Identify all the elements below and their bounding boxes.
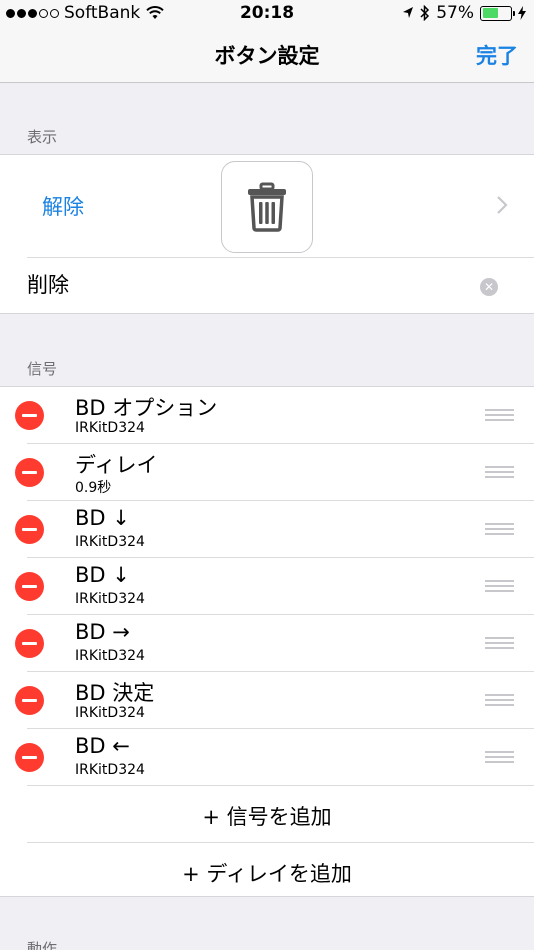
status-bar: SoftBank 20:18 57% <box>0 0 534 28</box>
trash-icon <box>248 182 286 232</box>
battery-percent: 57% <box>436 3 474 23</box>
location-arrow-icon <box>403 7 414 18</box>
signal-row[interactable]: BD → IRKitD324 <box>0 615 534 672</box>
section-header-action: 動作 <box>27 940 58 950</box>
add-delay-button[interactable]: + ディレイを追加 <box>0 843 534 900</box>
minus-icon <box>22 585 37 588</box>
status-right: 57% <box>402 3 526 23</box>
signal-title: BD ← <box>75 734 130 758</box>
minus-icon <box>22 528 37 531</box>
name-cell[interactable]: ✕ <box>0 258 534 315</box>
delete-signal-button[interactable] <box>15 401 44 430</box>
button-icon-preview[interactable] <box>221 161 313 253</box>
signal-group: BD オプション IRKitD324 ディレイ 0.9秒 BD ↓ IRKitD… <box>0 386 534 897</box>
delete-signal-button[interactable] <box>15 515 44 544</box>
reorder-handle-icon[interactable] <box>485 523 514 535</box>
minus-icon <box>22 642 37 645</box>
signal-title: BD オプション <box>75 396 218 420</box>
add-signal-label: + 信号を追加 <box>202 805 332 829</box>
navigation-bar: ボタン設定 完了 <box>0 28 534 83</box>
add-delay-label: + ディレイを追加 <box>182 862 352 886</box>
delete-signal-button[interactable] <box>15 743 44 772</box>
display-group: 解除 ✕ <box>0 154 534 314</box>
reorder-handle-icon[interactable] <box>485 466 514 478</box>
page-title: ボタン設定 <box>214 44 320 68</box>
battery-icon <box>480 5 515 21</box>
signal-subtitle: IRKitD324 <box>75 648 145 664</box>
charging-bolt-icon <box>518 6 526 20</box>
battery-fill <box>482 8 498 18</box>
signal-title: ディレイ <box>75 453 158 477</box>
signal-title: BD ↓ <box>75 563 130 587</box>
signal-title: BD 決定 <box>75 681 155 705</box>
add-signal-button[interactable]: + 信号を追加 <box>0 786 534 843</box>
unlock-icon-cell[interactable]: 解除 <box>0 155 534 258</box>
signal-subtitle: 0.9秒 <box>75 480 112 496</box>
reorder-handle-icon[interactable] <box>485 409 514 421</box>
reorder-handle-icon[interactable] <box>485 751 514 763</box>
chevron-right-icon <box>497 196 508 214</box>
signal-row[interactable]: BD 決定 IRKitD324 <box>0 672 534 729</box>
section-header-signal: 信号 <box>27 360 58 378</box>
unlock-label: 解除 <box>42 195 84 219</box>
section-header-display: 表示 <box>27 128 58 146</box>
button-name-input[interactable] <box>27 272 447 296</box>
signal-row[interactable]: BD オプション IRKitD324 <box>0 387 534 444</box>
delete-signal-button[interactable] <box>15 629 44 658</box>
signal-subtitle: IRKitD324 <box>75 762 145 778</box>
reorder-handle-icon[interactable] <box>485 637 514 649</box>
clear-text-button[interactable]: ✕ <box>480 278 498 296</box>
signal-subtitle: IRKitD324 <box>75 591 145 607</box>
bluetooth-icon <box>420 5 430 21</box>
reorder-handle-icon[interactable] <box>485 694 514 706</box>
signal-row[interactable]: BD ↓ IRKitD324 <box>0 501 534 558</box>
done-button[interactable]: 完了 <box>476 40 518 70</box>
clear-icon: ✕ <box>483 280 495 294</box>
minus-icon <box>22 471 37 474</box>
signal-subtitle: IRKitD324 <box>75 534 145 550</box>
signal-subtitle: IRKitD324 <box>75 705 145 721</box>
reorder-handle-icon[interactable] <box>485 580 514 592</box>
minus-icon <box>22 756 37 759</box>
delete-signal-button[interactable] <box>15 458 44 487</box>
signal-row[interactable]: BD ← IRKitD324 <box>0 729 534 786</box>
signal-row[interactable]: ディレイ 0.9秒 <box>0 444 534 501</box>
signal-title: BD ↓ <box>75 506 130 530</box>
signal-subtitle: IRKitD324 <box>75 420 145 436</box>
signal-row[interactable]: BD ↓ IRKitD324 <box>0 558 534 615</box>
minus-icon <box>22 699 37 702</box>
delete-signal-button[interactable] <box>15 686 44 715</box>
minus-icon <box>22 414 37 417</box>
delete-signal-button[interactable] <box>15 572 44 601</box>
signal-title: BD → <box>75 620 130 644</box>
